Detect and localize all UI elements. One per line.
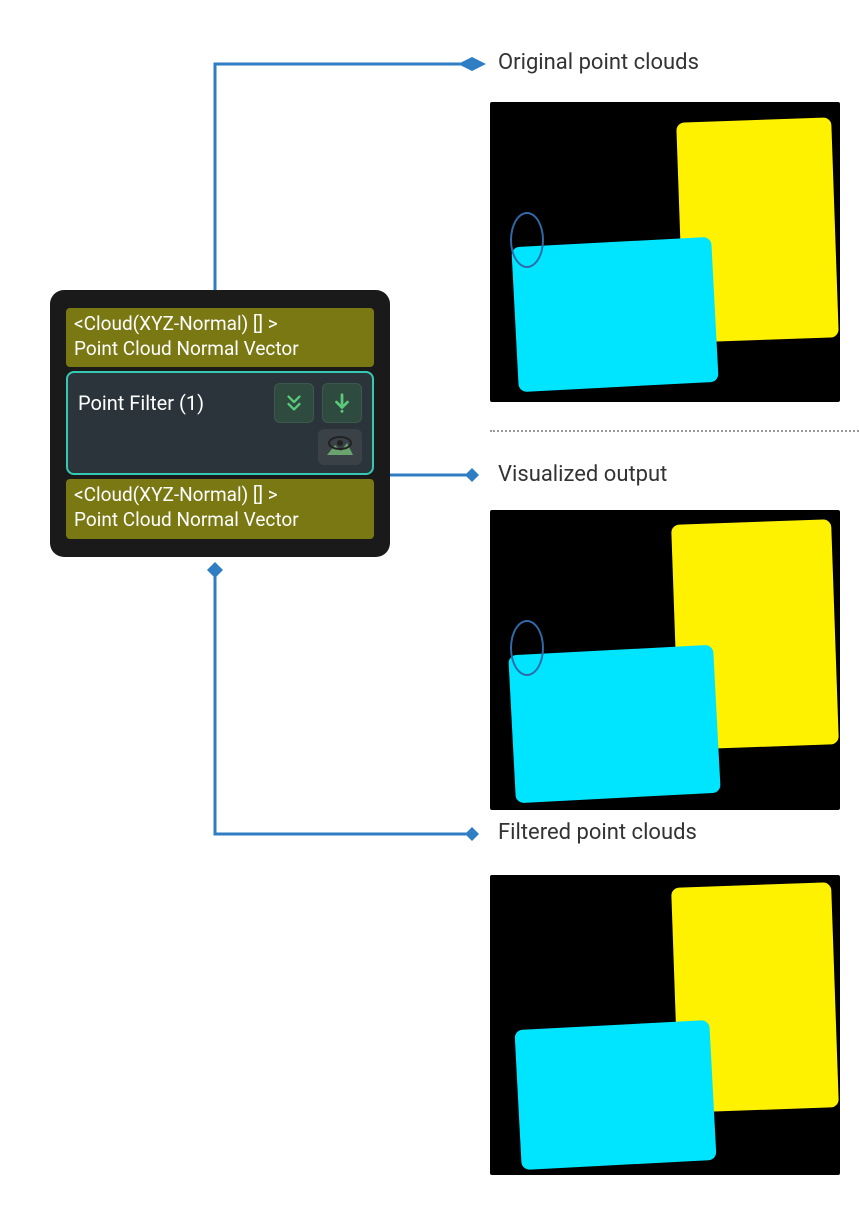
visualized-preview bbox=[490, 510, 840, 810]
filtered-point-clouds-label: Filtered point clouds bbox=[498, 820, 697, 845]
node-body: Point Filter (1) bbox=[66, 371, 374, 475]
input-port-label: Point Cloud Normal Vector bbox=[74, 337, 366, 362]
cyan-region bbox=[514, 1020, 716, 1170]
point-filter-node[interactable]: <Cloud(XYZ-Normal) [] > Point Cloud Norm… bbox=[50, 290, 390, 557]
output-port-label: Point Cloud Normal Vector bbox=[74, 508, 366, 533]
input-port[interactable]: <Cloud(XYZ-Normal) [] > Point Cloud Norm… bbox=[66, 308, 374, 367]
input-port-type: <Cloud(XYZ-Normal) [] > bbox=[74, 312, 366, 337]
original-preview bbox=[490, 102, 840, 402]
expand-down-button[interactable] bbox=[274, 383, 314, 423]
download-arrow-icon bbox=[331, 392, 353, 414]
output-port[interactable]: <Cloud(XYZ-Normal) [] > Point Cloud Norm… bbox=[66, 479, 374, 538]
filtered-preview bbox=[490, 875, 840, 1175]
visualize-output-button[interactable] bbox=[318, 429, 362, 465]
separator-line bbox=[490, 430, 859, 432]
cyan-region bbox=[511, 237, 718, 392]
highlight-ellipse bbox=[510, 212, 544, 268]
download-button[interactable] bbox=[322, 383, 362, 423]
output-port-type: <Cloud(XYZ-Normal) [] > bbox=[74, 483, 366, 508]
cyan-region bbox=[508, 645, 720, 804]
highlight-ellipse bbox=[510, 620, 544, 676]
node-title: Point Filter (1) bbox=[78, 391, 204, 415]
chevron-double-down-icon bbox=[283, 392, 305, 414]
original-point-clouds-label: Original point clouds bbox=[498, 50, 699, 75]
visualized-output-label: Visualized output bbox=[498, 462, 667, 487]
eye-view-icon bbox=[325, 435, 355, 459]
